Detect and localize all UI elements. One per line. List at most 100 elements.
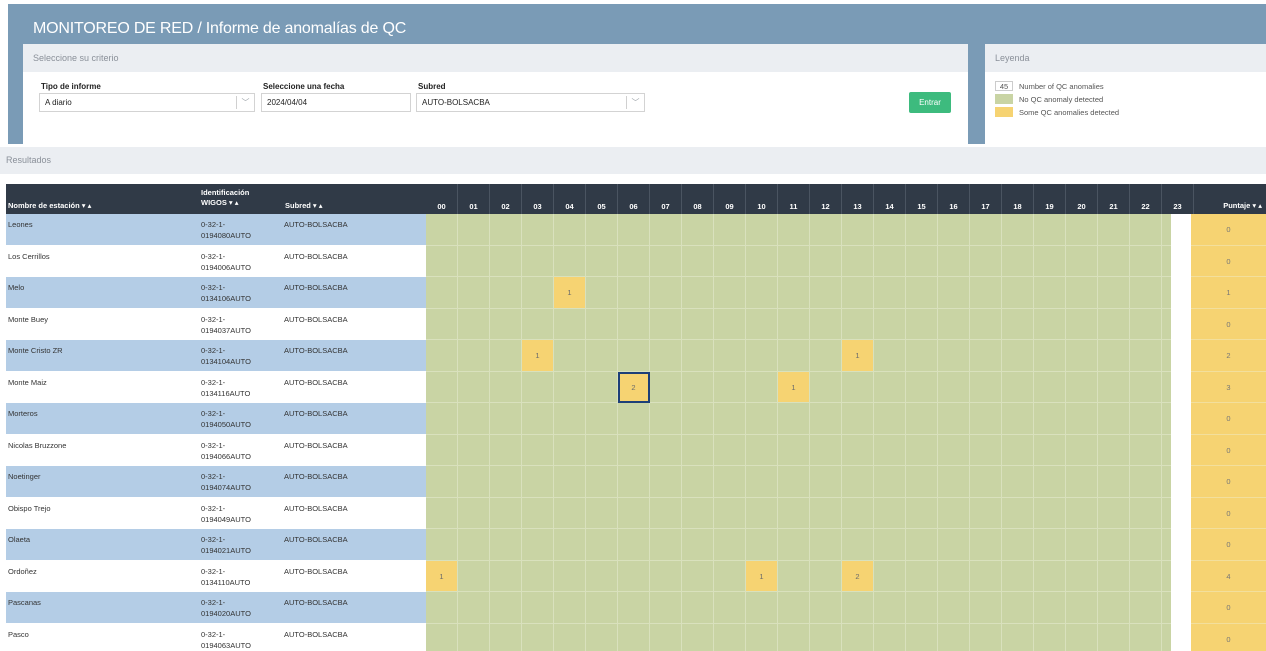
hour-cell[interactable] (1034, 371, 1066, 403)
hour-cell[interactable] (714, 529, 746, 561)
hour-cell[interactable] (1066, 529, 1098, 561)
hour-cell[interactable] (1098, 245, 1130, 277)
hour-cell[interactable] (810, 371, 842, 403)
table-row[interactable]: Monte Maiz 0-32-1- 0134116AUTO AUTO-BOLSACB… (6, 371, 1266, 403)
hour-cell[interactable] (938, 623, 970, 651)
hour-cell[interactable]: 2 (618, 371, 650, 403)
hour-cell[interactable] (1130, 340, 1162, 372)
hour-cell[interactable] (586, 623, 618, 651)
hour-cell[interactable] (1034, 403, 1066, 435)
column-header-station[interactable]: Nombre de estación ▾ ▴ (8, 201, 91, 214)
hour-cell[interactable] (426, 403, 458, 435)
chevron-down-icon[interactable]: ﹀ (236, 96, 254, 109)
hour-cell[interactable] (1002, 371, 1034, 403)
hour-cell[interactable] (810, 560, 842, 592)
hour-cell[interactable] (970, 403, 1002, 435)
hour-cell[interactable] (714, 371, 746, 403)
hour-cell[interactable] (682, 308, 714, 340)
date-input[interactable]: 2024/04/04 (261, 93, 411, 112)
hour-cell[interactable] (554, 497, 586, 529)
hour-cell[interactable] (1034, 308, 1066, 340)
hour-cell[interactable] (1066, 340, 1098, 372)
hour-cell[interactable] (906, 245, 938, 277)
hour-cell[interactable] (426, 277, 458, 309)
hour-cell[interactable] (810, 340, 842, 372)
hour-cell[interactable] (586, 497, 618, 529)
hour-cell[interactable] (426, 245, 458, 277)
hour-cell[interactable] (522, 308, 554, 340)
hour-cell[interactable] (490, 529, 522, 561)
hour-cell[interactable] (1130, 308, 1162, 340)
hour-cell[interactable] (746, 403, 778, 435)
hour-cell[interactable] (586, 403, 618, 435)
hour-cell[interactable] (554, 592, 586, 624)
table-row[interactable]: Monte Cristo ZR 0-32-1- 0134104AUTO AUTO-BO… (6, 340, 1266, 372)
hour-cell[interactable] (1034, 466, 1066, 498)
hour-cell[interactable] (810, 466, 842, 498)
hour-cell[interactable] (906, 434, 938, 466)
hour-cell[interactable] (682, 560, 714, 592)
hour-cell[interactable] (586, 340, 618, 372)
hour-cell[interactable] (874, 245, 906, 277)
hour-cell[interactable] (874, 214, 906, 246)
hour-cell[interactable] (906, 308, 938, 340)
hour-cell[interactable] (1066, 403, 1098, 435)
table-row[interactable]: Monte Buey 0-32-1- 0194037AUTO AUTO-BOLSACB… (6, 308, 1266, 340)
hour-cell[interactable] (906, 403, 938, 435)
hour-cell[interactable] (714, 592, 746, 624)
hour-cell[interactable] (618, 529, 650, 561)
hour-cell[interactable] (682, 592, 714, 624)
hour-cell[interactable] (874, 434, 906, 466)
hour-cell[interactable] (650, 403, 682, 435)
hour-cell[interactable] (490, 245, 522, 277)
hour-cell[interactable] (586, 434, 618, 466)
hour-cell[interactable] (586, 371, 618, 403)
hour-cell[interactable] (970, 277, 1002, 309)
hour-cell[interactable]: 1 (778, 371, 810, 403)
hour-cell[interactable] (714, 277, 746, 309)
hour-cell[interactable] (874, 623, 906, 651)
hour-cell[interactable] (1130, 592, 1162, 624)
hour-cell[interactable] (586, 592, 618, 624)
hour-cell[interactable] (1034, 277, 1066, 309)
hour-cell[interactable] (938, 277, 970, 309)
hour-cell[interactable] (490, 497, 522, 529)
hour-cell[interactable] (682, 277, 714, 309)
hour-cell[interactable] (842, 214, 874, 246)
hour-cell[interactable] (426, 214, 458, 246)
hour-cell[interactable] (746, 623, 778, 651)
hour-cell[interactable] (746, 592, 778, 624)
hour-cell[interactable] (1098, 277, 1130, 309)
hour-cell[interactable] (970, 592, 1002, 624)
hour-cell[interactable] (842, 529, 874, 561)
hour-cell[interactable] (458, 560, 490, 592)
hour-cell[interactable] (746, 371, 778, 403)
hour-cell[interactable] (522, 529, 554, 561)
hour-cell[interactable] (458, 623, 490, 651)
hour-cell[interactable] (938, 340, 970, 372)
hour-cell[interactable] (586, 308, 618, 340)
table-row[interactable]: Nicolas Bruzzone 0-32-1- 0194066AUTO AUTO-B… (6, 434, 1266, 466)
hour-cell[interactable] (426, 371, 458, 403)
hour-cell[interactable] (586, 529, 618, 561)
hour-cell[interactable] (746, 214, 778, 246)
hour-cell[interactable] (490, 434, 522, 466)
hour-cell[interactable] (1002, 560, 1034, 592)
hour-cell[interactable] (810, 623, 842, 651)
hour-cell[interactable] (618, 245, 650, 277)
hour-cell[interactable] (426, 592, 458, 624)
table-row[interactable]: Ordoñez 0-32-1- 0134110AUTO AUTO-BOLSACBA 1 1… (6, 560, 1266, 592)
hour-cell[interactable] (970, 245, 1002, 277)
hour-cell[interactable] (1002, 592, 1034, 624)
hour-cell[interactable] (1130, 403, 1162, 435)
hour-cell[interactable] (874, 497, 906, 529)
hour-cell[interactable] (1130, 623, 1162, 651)
hour-cell[interactable] (458, 308, 490, 340)
hour-cell[interactable] (426, 308, 458, 340)
hour-cell[interactable] (874, 466, 906, 498)
hour-cell[interactable] (938, 308, 970, 340)
hour-cell[interactable] (842, 466, 874, 498)
hour-cell[interactable] (810, 529, 842, 561)
hour-cell[interactable] (1002, 214, 1034, 246)
hour-cell[interactable] (554, 623, 586, 651)
